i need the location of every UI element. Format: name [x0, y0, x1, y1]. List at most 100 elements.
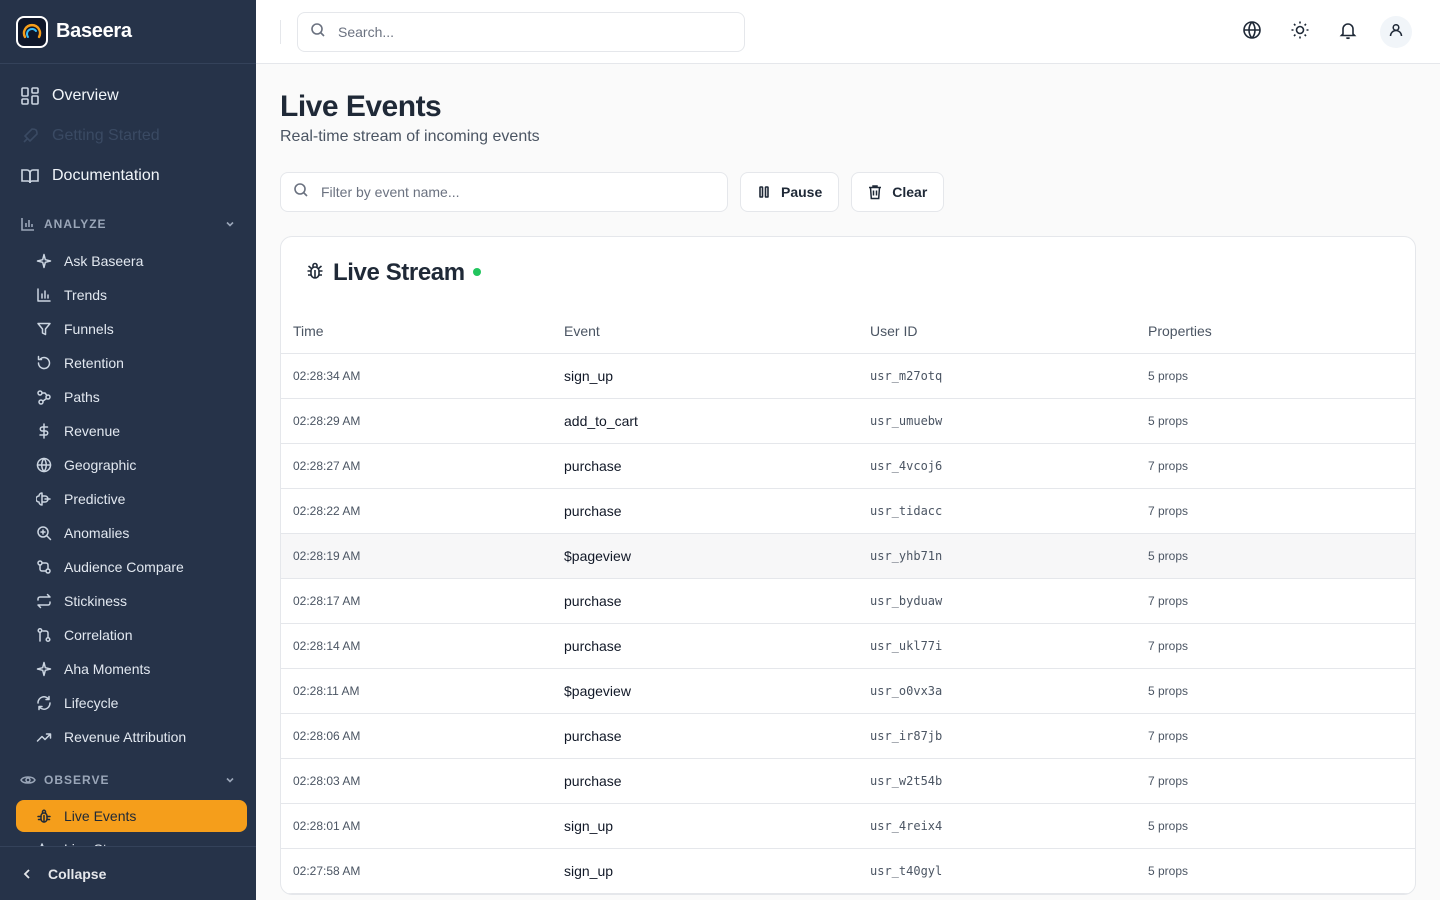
column-header-properties[interactable]: Properties — [1148, 309, 1415, 354]
table-row[interactable]: 02:28:19 AM $pageview usr_yhb71n 5 props — [281, 533, 1415, 579]
event-name: sign_up — [564, 353, 870, 399]
sidebar-item-revenue[interactable]: Revenue — [0, 414, 256, 448]
table-row[interactable]: 02:28:14 AM purchase usr_ukl77i 7 props — [281, 623, 1415, 669]
event-name: purchase — [564, 443, 870, 489]
globe-icon — [1242, 20, 1262, 45]
section-analyze-title: ANALYZE — [44, 217, 107, 231]
event-user-id: usr_4vcoj6 — [870, 443, 1148, 489]
event-props: 7 props — [1148, 578, 1415, 624]
event-filter-input[interactable] — [321, 184, 711, 200]
table-row[interactable]: 02:28:27 AM purchase usr_4vcoj6 7 props — [281, 443, 1415, 489]
sidebar-item-stickiness[interactable]: Stickiness — [0, 584, 256, 618]
table-row[interactable]: 02:28:22 AM purchase usr_tidacc 7 props — [281, 488, 1415, 534]
table-row[interactable]: 02:28:01 AM sign_up usr_4reix4 5 props — [281, 803, 1415, 849]
event-props: 5 props — [1148, 848, 1415, 894]
table-row[interactable]: 02:27:58 AM sign_up usr_t40gyl 5 props — [281, 848, 1415, 894]
funnel-icon — [36, 321, 52, 337]
column-header-time[interactable]: Time — [281, 309, 564, 354]
event-time: 02:28:01 AM — [281, 803, 564, 849]
page-title: Live Events — [280, 90, 442, 123]
sidebar-item-label: Anomalies — [64, 525, 130, 541]
event-user-id: usr_umuebw — [870, 398, 1148, 444]
rotate-ccw-icon — [36, 355, 52, 371]
sidebar-item-anomalies[interactable]: Anomalies — [0, 516, 256, 550]
notifications-button[interactable] — [1332, 16, 1364, 48]
language-button[interactable] — [1236, 16, 1268, 48]
global-search[interactable] — [297, 12, 745, 52]
table-row[interactable]: 02:28:03 AM purchase usr_w2t54b 7 props — [281, 758, 1415, 804]
nav-overview-label: Overview — [52, 87, 119, 104]
nav-documentation-label: Documentation — [52, 167, 160, 184]
event-user-id: usr_tidacc — [870, 488, 1148, 534]
event-props: 5 props — [1148, 398, 1415, 444]
column-header-user-id[interactable]: User ID — [870, 309, 1148, 354]
events-table: Time Event User ID Properties 02:28:34 A… — [281, 309, 1415, 894]
live-status-dot — [472, 268, 481, 276]
sidebar-item-correlation[interactable]: Correlation — [0, 618, 256, 652]
pause-button[interactable]: Pause — [740, 172, 840, 212]
event-time: 02:27:58 AM — [281, 848, 564, 894]
event-time: 02:28:34 AM — [281, 353, 564, 399]
theme-toggle-button[interactable] — [1284, 16, 1316, 48]
sidebar-item-lifecycle[interactable]: Lifecycle — [0, 686, 256, 720]
nav-getting-started[interactable]: Getting Started — [0, 116, 256, 156]
sidebar-item-audience-compare[interactable]: Audience Compare — [0, 550, 256, 584]
event-props: 7 props — [1148, 713, 1415, 759]
sidebar-item-label: Live Events — [64, 808, 137, 824]
sidebar-item-funnels[interactable]: Funnels — [0, 312, 256, 346]
topbar-divider — [280, 20, 281, 44]
table-row[interactable]: 02:28:06 AM purchase usr_ir87jb 7 props — [281, 713, 1415, 759]
table-row[interactable]: 02:28:29 AM add_to_cart usr_umuebw 5 props — [281, 398, 1415, 444]
event-name: purchase — [564, 623, 870, 669]
event-name: $pageview — [564, 533, 870, 579]
table-row[interactable]: 02:28:17 AM purchase usr_byduaw 7 props — [281, 578, 1415, 624]
brand[interactable]: Baseera — [0, 0, 256, 64]
event-user-id: usr_ukl77i — [870, 623, 1148, 669]
event-user-id: usr_t40gyl — [870, 848, 1148, 894]
event-time: 02:28:03 AM — [281, 758, 564, 804]
sidebar-item-geographic[interactable]: Geographic — [0, 448, 256, 482]
sidebar-item-label: Funnels — [64, 321, 114, 337]
column-header-event[interactable]: Event — [564, 309, 870, 354]
sidebar-item-revenue-attribution[interactable]: Revenue Attribution — [0, 720, 256, 754]
sidebar-item-aha-moments[interactable]: Aha Moments — [0, 652, 256, 686]
nav-documentation[interactable]: Documentation — [0, 156, 256, 196]
event-time: 02:28:17 AM — [281, 578, 564, 624]
event-user-id: usr_4reix4 — [870, 803, 1148, 849]
table-row[interactable]: 02:28:11 AM $pageview usr_o0vx3a 5 props — [281, 668, 1415, 714]
sidebar-item-live-events[interactable]: Live Events — [16, 800, 247, 832]
sidebar-item-label: Revenue — [64, 423, 121, 439]
event-props: 7 props — [1148, 623, 1415, 669]
table-row[interactable]: 02:28:34 AM sign_up usr_m27otq 5 props — [281, 353, 1415, 399]
section-analyze[interactable]: ANALYZE — [0, 204, 256, 244]
chevron-down-icon — [224, 218, 236, 230]
global-search-input[interactable] — [338, 24, 718, 40]
sparkles-icon — [36, 253, 52, 269]
collapse-button[interactable]: Collapse — [0, 846, 256, 900]
event-props: 5 props — [1148, 803, 1415, 849]
event-name: sign_up — [564, 848, 870, 894]
event-props: 5 props — [1148, 353, 1415, 399]
event-name: add_to_cart — [564, 398, 870, 444]
event-filter[interactable] — [280, 172, 728, 212]
sidebar-item-ask-baseera[interactable]: Ask Baseera — [0, 244, 256, 278]
live-stream-header: Live Stream — [281, 237, 1415, 309]
sidebar-item-predictive[interactable]: Predictive — [0, 482, 256, 516]
clear-button[interactable]: Clear — [851, 172, 945, 212]
event-time: 02:28:14 AM — [281, 623, 564, 669]
user-avatar-button[interactable] — [1380, 16, 1412, 48]
sidebar-item-label: Geographic — [64, 457, 137, 473]
sidebar-item-trends[interactable]: Trends — [0, 278, 256, 312]
event-name: purchase — [564, 758, 870, 804]
brand-name: Baseera — [56, 20, 132, 42]
section-observe[interactable]: OBSERVE — [0, 760, 256, 800]
refresh-icon — [36, 695, 52, 711]
sidebar-item-label: Stickiness — [64, 593, 128, 609]
pause-label: Pause — [781, 184, 823, 200]
event-name: purchase — [564, 488, 870, 534]
sidebar-item-label: Audience Compare — [64, 559, 184, 575]
sidebar-item-paths[interactable]: Paths — [0, 380, 256, 414]
nav-overview[interactable]: Overview — [0, 76, 256, 116]
event-name: purchase — [564, 578, 870, 624]
sidebar-item-retention[interactable]: Retention — [0, 346, 256, 380]
